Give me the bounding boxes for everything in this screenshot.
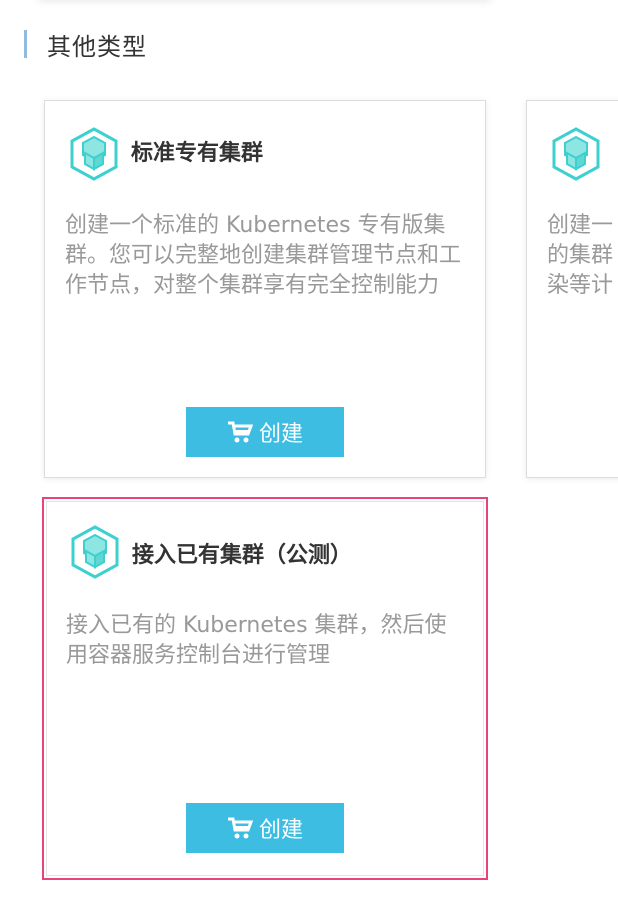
card-description: 创建一个标准的 Kubernetes 专有版集群。您可以完整地创建集群管理节点和…: [65, 213, 462, 298]
section-title: 其他类型: [47, 32, 147, 61]
create-button[interactable]: 创建: [186, 803, 344, 853]
card-partial-right: 创建一 的集群 染等计: [526, 100, 618, 478]
card-description: 创建一 的集群 染等计: [547, 213, 614, 298]
create-button-label: 创建: [258, 818, 303, 843]
section-header: 其他类型: [24, 28, 147, 61]
cube-cluster-icon: [70, 127, 118, 181]
card-import-existing-cluster: 接入已有集群（公测） 接入已有的 Kubernetes 集群，然后使用容器服务控…: [42, 497, 488, 880]
cube-cluster-icon: [552, 127, 600, 181]
card-title: 标准专有集群: [131, 141, 264, 166]
cube-cluster-icon: [71, 525, 119, 579]
create-button[interactable]: 创建: [186, 407, 344, 457]
cart-icon: [227, 817, 253, 839]
card-description: 接入已有的 Kubernetes 集群，然后使用容器服务控制台进行管理: [66, 613, 447, 668]
card-standard-cluster: 标准专有集群 创建一个标准的 Kubernetes 专有版集群。您可以完整地创建…: [44, 100, 486, 478]
cart-icon: [227, 421, 253, 443]
section-accent-bar: [24, 30, 27, 58]
create-button-label: 创建: [258, 422, 303, 447]
card-title: 接入已有集群（公测）: [132, 543, 353, 568]
